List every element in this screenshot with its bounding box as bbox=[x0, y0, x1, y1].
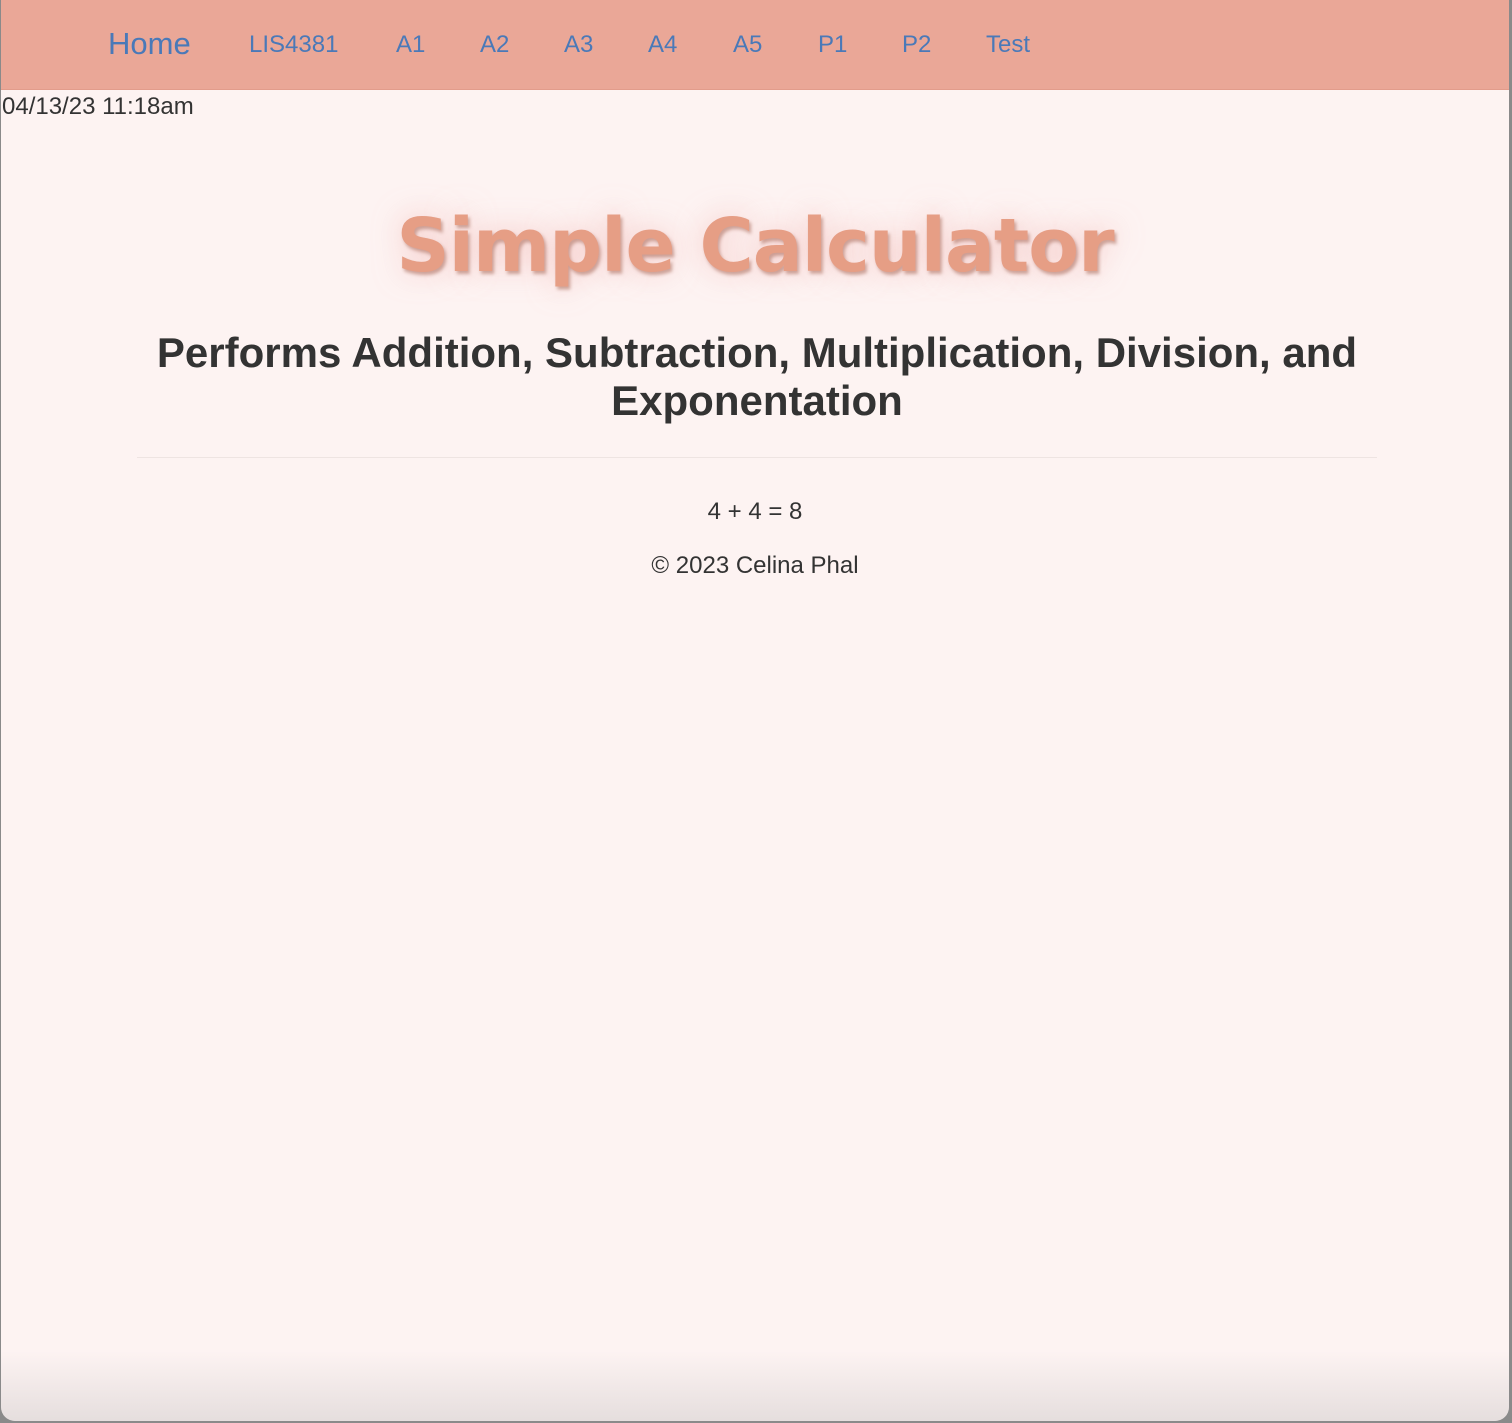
nav-item-p1[interactable]: P1 bbox=[818, 30, 847, 60]
page-title: Simple Calculator bbox=[396, 203, 1114, 289]
date-time-stamp: 04/13/23 11:18am bbox=[2, 93, 194, 120]
footer-copyright: © 2023 Celina Phal bbox=[651, 552, 859, 579]
nav-item-test[interactable]: Test bbox=[986, 30, 1030, 60]
divider bbox=[137, 457, 1377, 458]
nav-item-a3[interactable]: A3 bbox=[564, 30, 593, 60]
browser-page: Home LIS4381 A1 A2 A3 A4 A5 P1 P2 Test 0… bbox=[1, 0, 1509, 1421]
window-bottom-shadow bbox=[1, 1351, 1509, 1421]
navbar: Home LIS4381 A1 A2 A3 A4 A5 P1 P2 Test bbox=[1, 0, 1509, 90]
nav-item-a1[interactable]: A1 bbox=[396, 30, 425, 60]
nav-home-link[interactable]: Home bbox=[108, 24, 191, 64]
page-subtitle: Performs Addition, Subtraction, Multipli… bbox=[156, 329, 1358, 424]
nav-item-a2[interactable]: A2 bbox=[480, 30, 509, 60]
nav-item-a4[interactable]: A4 bbox=[648, 30, 677, 60]
nav-item-p2[interactable]: P2 bbox=[902, 30, 931, 60]
calculation-result: 4 + 4 = 8 bbox=[707, 498, 803, 525]
nav-item-lis4381[interactable]: LIS4381 bbox=[249, 30, 338, 60]
nav-item-a5[interactable]: A5 bbox=[733, 30, 762, 60]
